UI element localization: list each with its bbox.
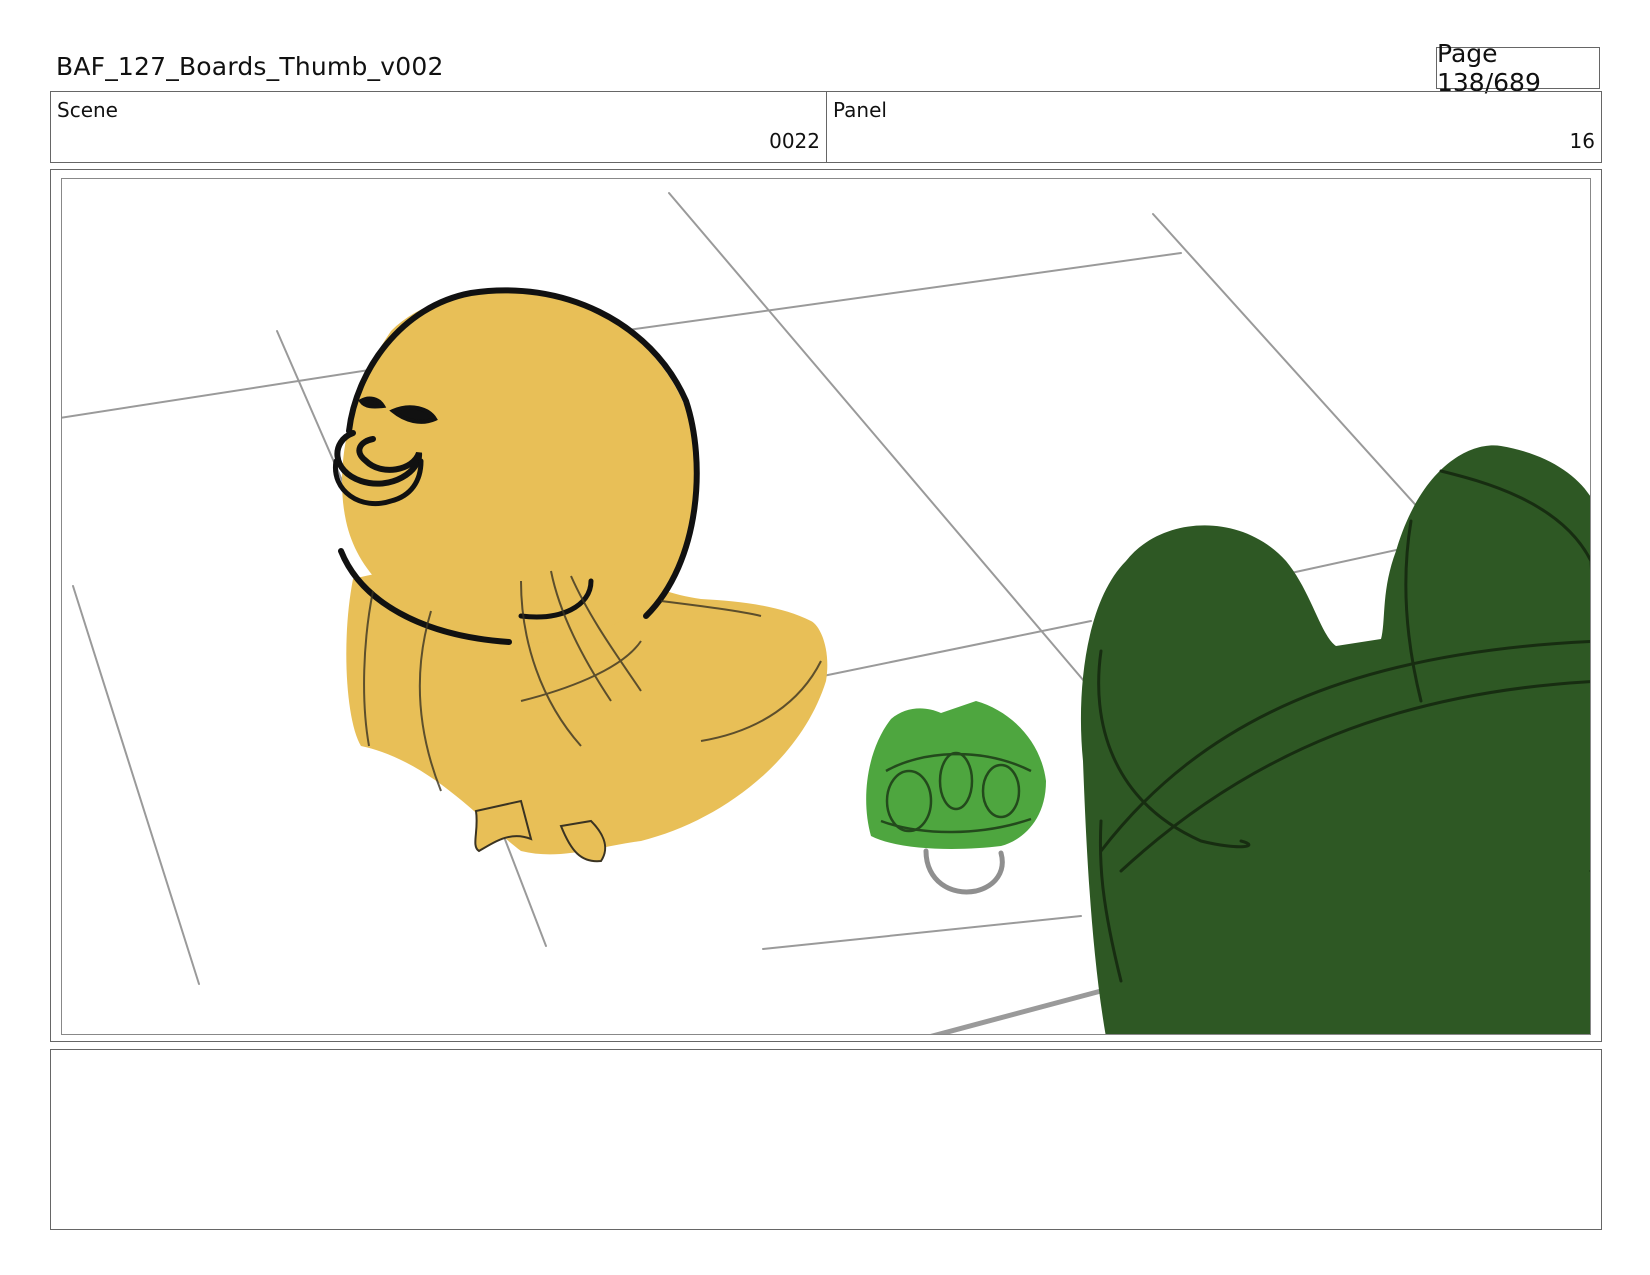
- storyboard-drawing: [61, 178, 1591, 1035]
- large-frog-character: [1080, 445, 1590, 1034]
- small-frog-character: [866, 701, 1046, 895]
- small-frog-mouth: [923, 848, 1005, 895]
- large-frog-body: [1080, 445, 1590, 1034]
- notes-box: [50, 1049, 1602, 1230]
- scene-label: Scene: [57, 98, 118, 122]
- panel-label: Panel: [833, 98, 887, 122]
- scene-number: 0022: [769, 129, 820, 153]
- scene-cell: Scene 0022: [51, 92, 827, 162]
- panel-number: 16: [1569, 129, 1595, 153]
- document-title: BAF_127_Boards_Thumb_v002: [56, 52, 444, 81]
- duck-character: [333, 287, 828, 863]
- page-indicator: Page 138/689: [1436, 39, 1600, 97]
- small-frog-body: [866, 701, 1046, 849]
- sketch-artwork: [62, 192, 1590, 1034]
- scene-panel-info-row: Scene 0022 Panel 16: [50, 91, 1602, 163]
- panel-cell: Panel 16: [827, 92, 1601, 162]
- duck-eye-left: [358, 396, 387, 409]
